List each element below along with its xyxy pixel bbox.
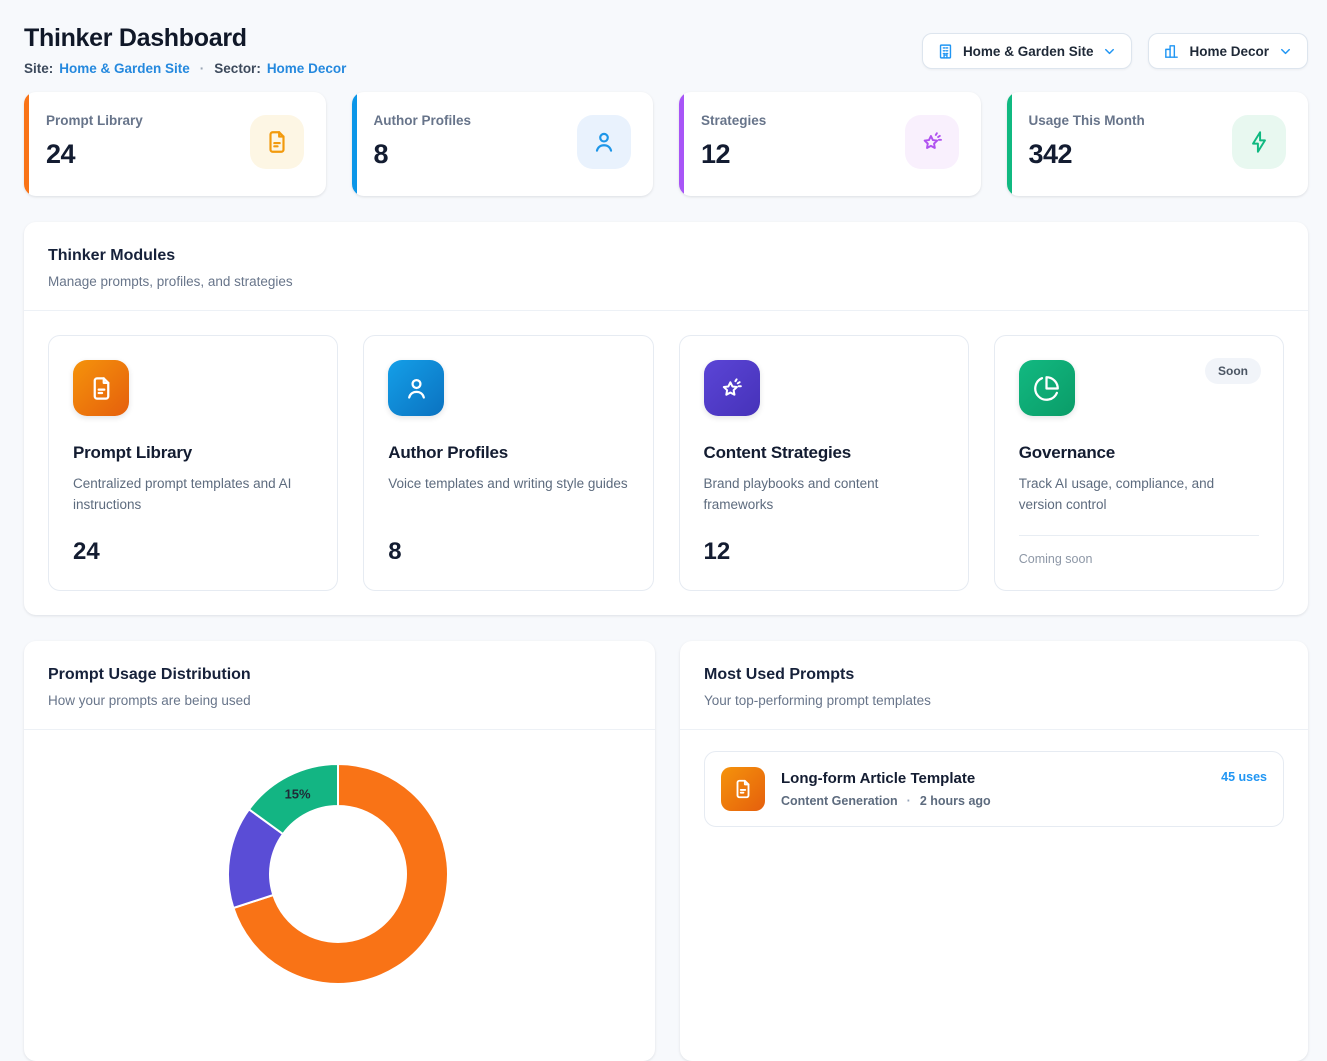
stat-label: Prompt Library xyxy=(46,113,143,128)
breadcrumb-separator: · xyxy=(200,61,205,76)
module-description: Brand playbooks and content frameworks xyxy=(704,474,944,516)
modules-panel-subtitle: Manage prompts, profiles, and strategies xyxy=(48,274,1284,289)
stat-accent-bar xyxy=(679,92,684,196)
module-card-content-strategies[interactable]: Content Strategies Brand playbooks and c… xyxy=(679,335,969,591)
module-description: Voice templates and writing style guides xyxy=(388,474,628,495)
modules-panel-header: Thinker Modules Manage prompts, profiles… xyxy=(24,222,1308,311)
prompt-list-item[interactable]: Long-form Article Template Content Gener… xyxy=(704,751,1284,827)
prompts-panel-title: Most Used Prompts xyxy=(704,666,1284,684)
most-used-prompts-panel: Most Used Prompts Your top-performing pr… xyxy=(680,641,1308,1061)
usage-donut-chart: 15% xyxy=(218,754,458,994)
module-description: Track AI usage, compliance, and version … xyxy=(1019,474,1259,516)
topbar: Thinker Dashboard Site: Home & Garden Si… xyxy=(24,20,1308,76)
module-count: 24 xyxy=(73,538,313,566)
site-selector-dropdown[interactable]: Home & Garden Site xyxy=(922,33,1133,69)
sparkle-icon xyxy=(704,360,760,416)
stat-value: 342 xyxy=(1029,139,1145,170)
module-title: Prompt Library xyxy=(73,443,313,463)
document-icon xyxy=(721,767,765,811)
stat-value: 12 xyxy=(701,139,766,170)
prompt-uses-badge: 45 uses xyxy=(1221,770,1267,784)
page-title: Thinker Dashboard xyxy=(24,24,346,53)
modules-panel-title: Thinker Modules xyxy=(48,247,1284,265)
usage-panel-header: Prompt Usage Distribution How your promp… xyxy=(24,641,655,730)
sector-label: Sector: xyxy=(214,61,261,76)
site-selector-label: Home & Garden Site xyxy=(963,44,1094,59)
stat-card-prompt-library: Prompt Library 24 xyxy=(24,92,326,196)
module-card-author-profiles[interactable]: Author Profiles Voice templates and writ… xyxy=(363,335,653,591)
dashboard-page: Thinker Dashboard Site: Home & Garden Si… xyxy=(0,0,1327,1061)
module-title: Governance xyxy=(1019,443,1259,463)
prompt-time: 2 hours ago xyxy=(920,794,991,808)
stat-value: 8 xyxy=(374,139,472,170)
breadcrumb: Site: Home & Garden Site · Sector: Home … xyxy=(24,61,346,76)
module-description: Centralized prompt templates and AI inst… xyxy=(73,474,313,516)
modules-grid: Prompt Library Centralized prompt templa… xyxy=(24,311,1308,615)
site-label: Site: xyxy=(24,61,53,76)
module-title: Content Strategies xyxy=(704,443,944,463)
usage-panel-subtitle: How your prompts are being used xyxy=(48,693,631,708)
stat-label: Usage This Month xyxy=(1029,113,1145,128)
prompt-meta: Content Generation · 2 hours ago xyxy=(781,794,1205,808)
pie-chart-icon xyxy=(1019,360,1075,416)
usage-distribution-panel: Prompt Usage Distribution How your promp… xyxy=(24,641,655,1061)
module-card-governance[interactable]: Soon Governance Track AI usage, complian… xyxy=(994,335,1284,591)
thinker-modules-panel: Thinker Modules Manage prompts, profiles… xyxy=(24,222,1308,615)
chevron-down-icon xyxy=(1278,44,1293,59)
module-count: 8 xyxy=(388,538,628,566)
user-icon xyxy=(388,360,444,416)
stat-accent-bar xyxy=(352,92,357,196)
stat-accent-bar xyxy=(1007,92,1012,196)
header-left: Thinker Dashboard Site: Home & Garden Si… xyxy=(24,20,346,76)
stat-card-usage: Usage This Month 342 xyxy=(1007,92,1309,196)
prompt-title: Long-form Article Template xyxy=(781,770,1205,787)
meta-separator: · xyxy=(907,794,911,808)
sector-selector-dropdown[interactable]: Home Decor xyxy=(1148,33,1308,69)
prompt-category: Content Generation xyxy=(781,794,898,808)
stats-row: Prompt Library 24 Author Profiles 8 xyxy=(24,92,1308,196)
user-icon xyxy=(577,115,631,169)
bottom-row: Prompt Usage Distribution How your promp… xyxy=(24,641,1308,1061)
soon-badge: Soon xyxy=(1205,358,1261,384)
document-icon xyxy=(250,115,304,169)
sector-selector-label: Home Decor xyxy=(1189,44,1269,59)
donut-chart-area: 15% xyxy=(24,730,655,1060)
module-divider xyxy=(1019,535,1259,536)
stat-card-author-profiles: Author Profiles 8 xyxy=(352,92,654,196)
building-icon xyxy=(937,43,954,60)
prompt-list: Long-form Article Template Content Gener… xyxy=(680,730,1308,848)
stat-value: 24 xyxy=(46,139,143,170)
stat-accent-bar xyxy=(24,92,29,196)
prompts-panel-subtitle: Your top-performing prompt templates xyxy=(704,693,1284,708)
document-icon xyxy=(73,360,129,416)
prompts-panel-header: Most Used Prompts Your top-performing pr… xyxy=(680,641,1308,730)
header-selectors: Home & Garden Site Home Decor xyxy=(922,33,1308,69)
stat-card-strategies: Strategies 12 xyxy=(679,92,981,196)
bolt-icon xyxy=(1232,115,1286,169)
stat-label: Strategies xyxy=(701,113,766,128)
sparkle-icon xyxy=(905,115,959,169)
module-footer: Coming soon xyxy=(1019,552,1259,566)
stat-label: Author Profiles xyxy=(374,113,472,128)
sector-link[interactable]: Home Decor xyxy=(267,61,347,76)
usage-panel-title: Prompt Usage Distribution xyxy=(48,666,631,684)
donut-slice-label: 15% xyxy=(285,787,311,802)
module-count: 12 xyxy=(704,538,944,566)
module-title: Author Profiles xyxy=(388,443,628,463)
bar-chart-icon xyxy=(1163,43,1180,60)
chevron-down-icon xyxy=(1102,44,1117,59)
site-link[interactable]: Home & Garden Site xyxy=(59,61,190,76)
module-card-prompt-library[interactable]: Prompt Library Centralized prompt templa… xyxy=(48,335,338,591)
